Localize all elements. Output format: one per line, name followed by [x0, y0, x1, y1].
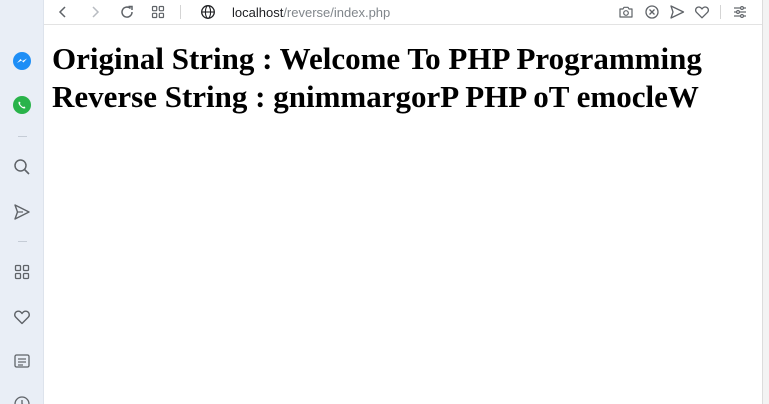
original-string-value: Welcome To PHP Programming: [279, 41, 702, 76]
clock-icon[interactable]: [11, 393, 33, 404]
search-icon[interactable]: [11, 156, 33, 178]
camera-icon[interactable]: [616, 2, 636, 22]
reverse-string-label: Reverse String :: [52, 79, 274, 114]
back-icon[interactable]: [53, 2, 73, 22]
browser-sidebar: [0, 0, 44, 404]
toolbar-divider: [720, 5, 721, 19]
address-bar[interactable]: localhost/reverse/index.php: [232, 2, 632, 22]
messenger-icon[interactable]: [11, 50, 33, 72]
globe-icon[interactable]: [198, 2, 218, 22]
forward-icon[interactable]: [85, 2, 105, 22]
toolbar-divider: [180, 5, 181, 19]
send-icon[interactable]: [11, 201, 33, 223]
url-host: localhost: [232, 4, 284, 20]
reverse-string-heading: Reverse String : gnimmargorP PHP oT emoc…: [52, 78, 757, 116]
grid-icon[interactable]: [11, 261, 33, 283]
url-path: /reverse/index.php: [283, 4, 391, 20]
sidebar-divider: [18, 136, 27, 137]
window-border: [762, 0, 769, 404]
sidebar-divider: [18, 241, 27, 242]
browser-toolbar: localhost/reverse/index.php: [44, 0, 762, 25]
block-icon[interactable]: [642, 2, 662, 22]
send-icon[interactable]: [667, 2, 687, 22]
menu-icon[interactable]: [730, 2, 750, 22]
whatsapp-icon[interactable]: [11, 94, 33, 116]
original-string-label: Original String :: [52, 41, 280, 76]
browser-window: localhost/reverse/index.php Original Str…: [0, 0, 769, 404]
reverse-string-value: gnimmargorP PHP oT emocleW: [273, 79, 699, 114]
original-string-heading: Original String : Welcome To PHP Program…: [52, 40, 757, 78]
reload-icon[interactable]: [117, 2, 137, 22]
tabs-grid-icon[interactable]: [148, 2, 168, 22]
heart-icon[interactable]: [11, 306, 33, 328]
notes-icon[interactable]: [11, 350, 33, 372]
heart-icon[interactable]: [692, 2, 712, 22]
page-content: Original String : Welcome To PHP Program…: [52, 40, 757, 116]
